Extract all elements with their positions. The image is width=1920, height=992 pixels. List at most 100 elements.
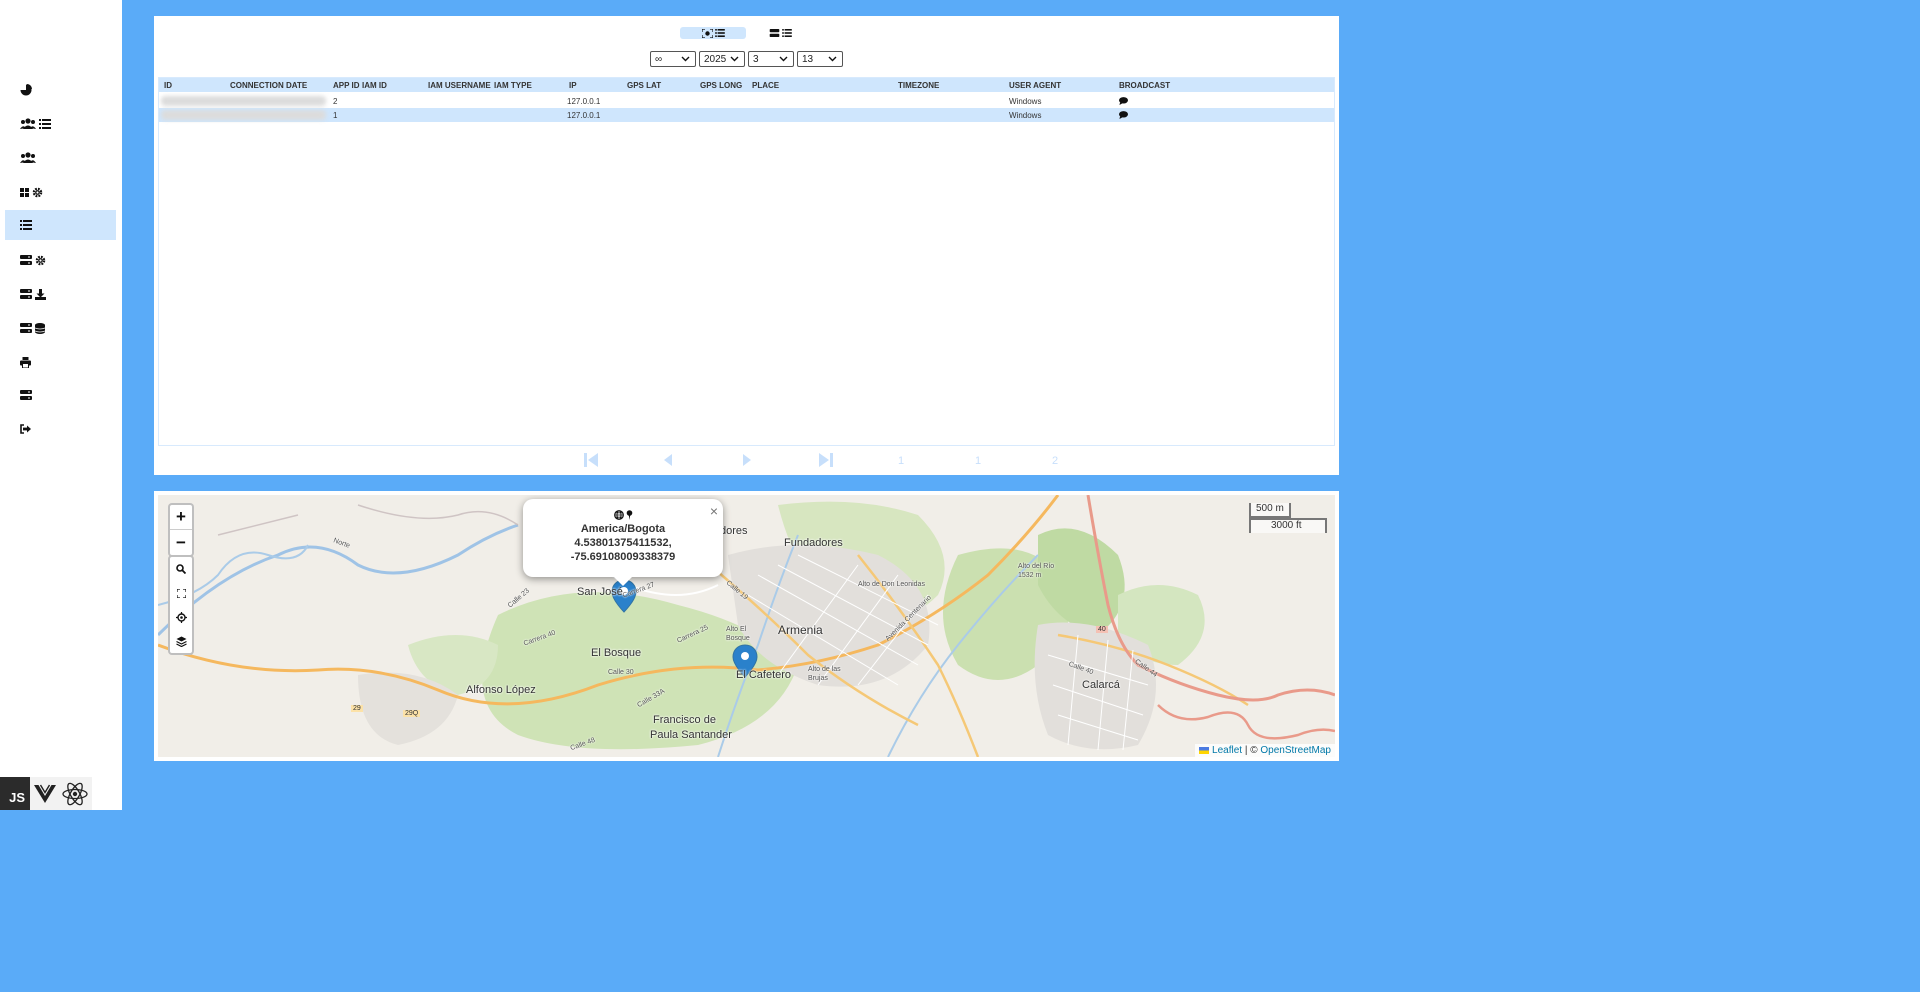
- download-icon: [35, 288, 46, 300]
- scale-imperial: 3000 ft: [1249, 518, 1327, 533]
- col-user-agent[interactable]: USER AGENT: [1009, 81, 1061, 90]
- pie-chart-icon: [20, 84, 32, 96]
- current-page: 1: [898, 455, 905, 467]
- nav-server-download[interactable]: [5, 279, 116, 309]
- openstreetmap-link[interactable]: OpenStreetMap: [1260, 745, 1331, 756]
- nav-dashboard[interactable]: [5, 75, 116, 105]
- map-route-29q: 29Q: [403, 710, 421, 717]
- nav-print[interactable]: [5, 347, 116, 377]
- previous-page-icon[interactable]: [663, 452, 673, 468]
- nav-users-list[interactable]: [5, 109, 116, 139]
- server-icon: [20, 255, 32, 265]
- list-icon: [714, 29, 725, 37]
- col-broadcast[interactable]: BROADCAST: [1119, 81, 1170, 90]
- cell-app-id: 1: [333, 111, 338, 120]
- layers-button[interactable]: [170, 629, 192, 653]
- next-page-icon[interactable]: [742, 452, 752, 468]
- table-header: ID CONNECTION DATE APP ID IAM ID IAM USE…: [159, 78, 1334, 92]
- col-gps-long[interactable]: GPS LONG: [700, 81, 742, 90]
- javascript-logo[interactable]: JS: [0, 777, 30, 810]
- table-row[interactable]: 1 127.0.0.1 Windows: [159, 108, 1334, 122]
- year-select[interactable]: 2025: [699, 51, 745, 67]
- map-label-dores: dores: [720, 525, 748, 537]
- col-iam-id[interactable]: IAM ID: [362, 81, 387, 90]
- col-connection-date[interactable]: CONNECTION DATE: [230, 81, 307, 90]
- globe-icon: [613, 510, 624, 520]
- col-place[interactable]: PLACE: [752, 81, 779, 90]
- zoom-out-button[interactable]: −: [170, 530, 192, 555]
- cell-app-id: 2: [333, 97, 338, 106]
- comment-icon[interactable]: [1119, 111, 1128, 119]
- cell-ip: 127.0.0.1: [567, 111, 601, 120]
- server-list-view-toggle[interactable]: [764, 27, 796, 39]
- nav-logout[interactable]: [5, 414, 116, 444]
- leaflet-link[interactable]: Leaflet: [1212, 745, 1242, 756]
- page-total: 2: [1052, 455, 1059, 467]
- gear-icon: [32, 187, 43, 197]
- last-page-icon[interactable]: [818, 452, 833, 468]
- map-list-view-toggle[interactable]: [680, 27, 746, 39]
- connections-panel: ∞ 2025 3 13 ID CONNECTION DATE APP ID IA…: [154, 16, 1339, 475]
- users-icon: [20, 152, 36, 163]
- marker-popup: × America/Bogota 4.53801375411532, -75.6…: [523, 499, 723, 586]
- table-row[interactable]: 2 127.0.0.1 Windows: [159, 94, 1334, 108]
- chevron-down-icon: [681, 56, 690, 62]
- map-attribution: Leaflet | © OpenStreetMap: [1195, 744, 1335, 757]
- popup-close-button[interactable]: ×: [710, 503, 718, 519]
- map-label-fundadores: Fundadores: [784, 537, 843, 549]
- map-label-calle-30: Calle 30: [608, 669, 634, 676]
- nav-users[interactable]: [5, 143, 116, 173]
- server-icon: [769, 29, 779, 37]
- col-iam-username[interactable]: IAM USERNAME: [428, 81, 491, 90]
- period-select[interactable]: ∞: [650, 51, 696, 67]
- grid-icon: [20, 187, 29, 197]
- col-id[interactable]: ID: [164, 81, 172, 90]
- page-from: 1: [975, 455, 982, 467]
- chevron-down-icon: [730, 56, 739, 62]
- map-scale: 500 m 3000 ft: [1249, 503, 1327, 533]
- map-label-calarca: Calarcá: [1082, 679, 1120, 691]
- react-logo[interactable]: [60, 777, 90, 810]
- map-search-button[interactable]: [170, 557, 192, 581]
- server-icon: [20, 390, 32, 400]
- vue-logo[interactable]: [30, 777, 60, 810]
- map-label-el-cafetero: El Cafetero: [736, 669, 792, 681]
- zoom-control: + −: [168, 503, 194, 557]
- popup-latitude: 4.53801375411532,: [574, 537, 672, 549]
- col-app-id[interactable]: APP ID: [333, 81, 360, 90]
- first-page-icon[interactable]: [584, 452, 599, 468]
- map-view[interactable]: Armenia Fundadores dores El Bosque Alfon…: [158, 495, 1335, 757]
- nav-connections-list[interactable]: [5, 210, 116, 240]
- fullscreen-button[interactable]: [170, 581, 192, 605]
- map-tools: [168, 555, 194, 655]
- zoom-in-button[interactable]: +: [170, 505, 192, 530]
- col-timezone[interactable]: TIMEZONE: [898, 81, 939, 90]
- connections-table: ID CONNECTION DATE APP ID IAM ID IAM USE…: [158, 77, 1335, 446]
- map-label-alto-las-brujas: Alto de las Brujas: [808, 666, 841, 682]
- col-gps-lat[interactable]: GPS LAT: [627, 81, 661, 90]
- popup-tip: [613, 576, 633, 586]
- col-ip[interactable]: IP: [569, 81, 577, 90]
- map-label-alto-don-leonidas: Alto de Don Leonidas: [858, 581, 925, 588]
- pagination: 1 1 2: [154, 452, 1339, 468]
- list-icon: [39, 119, 51, 129]
- comment-icon[interactable]: [1119, 97, 1128, 105]
- print-icon: [20, 356, 31, 368]
- redacted-id-date: [161, 110, 326, 120]
- nav-apps-settings[interactable]: [5, 177, 116, 207]
- day-select[interactable]: 13: [797, 51, 843, 67]
- sign-out-icon: [20, 424, 31, 434]
- framework-logos: JS: [0, 777, 92, 810]
- fullscreen-icon: [176, 588, 186, 598]
- map-label-alfonso-lopez: Alfonso López: [466, 684, 536, 696]
- map-label-alto-el-bosque: Alto El Bosque: [726, 626, 750, 642]
- nav-server-database[interactable]: [5, 313, 116, 343]
- map-route-40: 40: [1096, 626, 1108, 633]
- col-iam-type[interactable]: IAM TYPE: [494, 81, 532, 90]
- locate-button[interactable]: [170, 605, 192, 629]
- cell-user-agent: Windows: [1009, 97, 1042, 106]
- nav-server[interactable]: [5, 380, 116, 410]
- ukraine-flag-icon: [1199, 747, 1210, 754]
- nav-server-settings[interactable]: [5, 245, 116, 275]
- month-select[interactable]: 3: [748, 51, 794, 67]
